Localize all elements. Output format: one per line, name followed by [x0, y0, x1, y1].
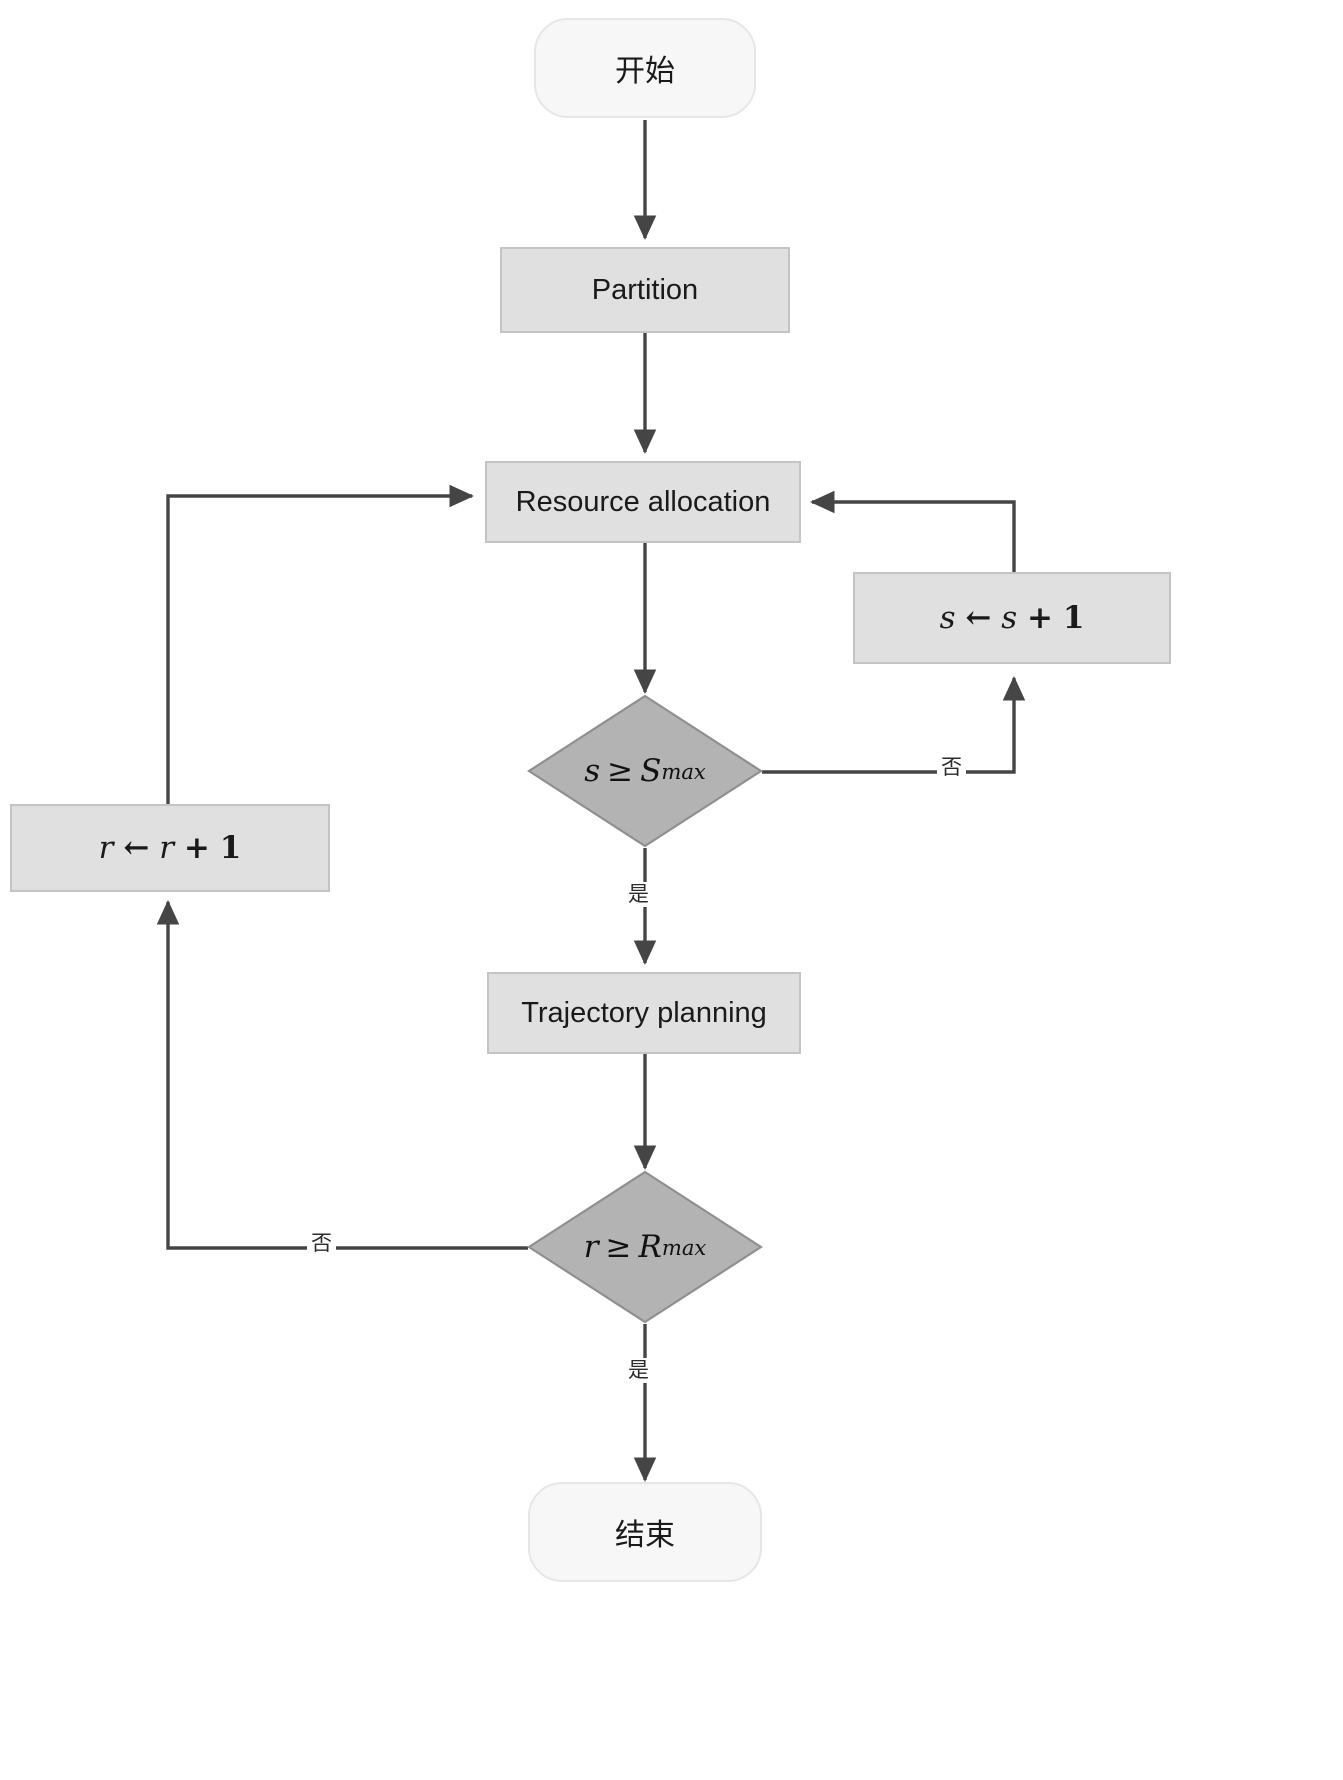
s-increment-assign-arrow: ←	[965, 600, 992, 636]
node-s-decision[interactable]: s ≥ S max	[527, 694, 763, 848]
node-resource-allocation-label: Resource allocation	[515, 485, 771, 518]
flowchart-canvas: 开始 Partition Resource allocation s ← s +…	[0, 0, 1343, 1780]
edge-r-increment-to-resource-allocation	[166, 484, 474, 804]
node-r-decision[interactable]: r ≥ R max	[527, 1170, 763, 1324]
s-decision-shape	[527, 694, 763, 848]
edge-label-s-decision-no: 否	[937, 755, 966, 781]
s-increment-source: s	[1001, 600, 1018, 636]
node-s-increment[interactable]: s ← s + 1	[853, 572, 1171, 664]
node-start[interactable]: 开始	[534, 18, 756, 118]
edge-r-decision-no-to-r-increment	[156, 900, 528, 1250]
edge-label-s-yes-text: 是	[628, 883, 649, 906]
r-increment-target: r	[98, 830, 114, 866]
edge-label-s-decision-yes: 是	[624, 882, 653, 908]
r-increment-source: r	[159, 830, 175, 866]
s-increment-target: s	[939, 600, 956, 636]
node-resource-allocation[interactable]: Resource allocation	[485, 461, 801, 543]
edge-label-r-yes-text: 是	[628, 1359, 649, 1382]
edge-label-s-no-text: 否	[941, 756, 962, 779]
r-decision-shape	[527, 1170, 763, 1324]
edge-s-increment-to-resource-allocation	[810, 490, 1016, 572]
r-increment-operand: 1	[219, 830, 242, 866]
node-r-increment[interactable]: r ← r + 1	[10, 804, 330, 892]
edge-label-r-decision-yes: 是	[624, 1358, 653, 1384]
edge-label-r-decision-no: 否	[307, 1231, 336, 1257]
r-increment-assign-arrow: ←	[123, 830, 150, 866]
edge-label-r-no-text: 否	[311, 1232, 332, 1255]
node-r-increment-label: r ← r + 1	[99, 830, 242, 866]
s-increment-operator: +	[1026, 600, 1053, 636]
s-increment-operand: 1	[1062, 600, 1085, 636]
node-trajectory-planning[interactable]: Trajectory planning	[487, 972, 801, 1054]
node-s-increment-label: s ← s + 1	[940, 600, 1085, 636]
edge-s-decision-no-to-s-increment	[762, 676, 1026, 774]
r-increment-operator: +	[183, 830, 210, 866]
node-end[interactable]: 结束	[528, 1482, 762, 1582]
node-start-label: 开始	[615, 55, 675, 88]
node-end-label: 结束	[615, 1519, 675, 1552]
node-partition-label: Partition	[591, 273, 699, 306]
node-trajectory-planning-label: Trajectory planning	[521, 996, 767, 1029]
node-partition[interactable]: Partition	[500, 247, 790, 333]
